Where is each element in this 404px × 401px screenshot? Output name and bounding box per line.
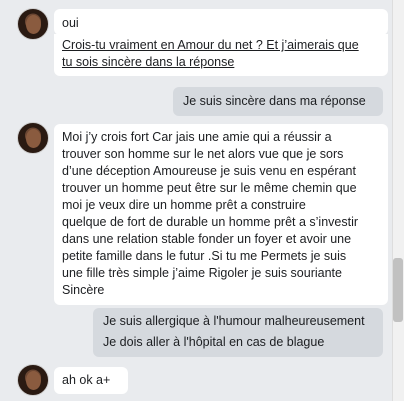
message-text: Je suis sincère dans ma réponse xyxy=(183,94,366,108)
message-text: quelque de fort de durable un homme prêt… xyxy=(62,215,359,229)
message-text: tu sois sincère dans la réponse xyxy=(62,55,235,69)
message-bubble-incoming: Crois-tu vraiment en Amour du net ? Et j… xyxy=(54,34,388,76)
message-text: ah ok a+ xyxy=(62,373,111,387)
message-text: Je dois aller à l'hôpital en cas de blag… xyxy=(103,335,325,349)
message-text: Je suis allergique à l'humour malheureus… xyxy=(103,314,365,328)
chat-conversation: oui Crois-tu vraiment en Amour du net ? … xyxy=(0,0,392,401)
message-bubble-incoming: Moi j’y crois fort Car jais une amie qui… xyxy=(54,124,388,305)
chat-scrollbar[interactable] xyxy=(392,0,404,401)
scrollbar-thumb[interactable] xyxy=(393,258,403,322)
contact-avatar[interactable] xyxy=(17,8,49,40)
contact-avatar[interactable] xyxy=(17,364,49,396)
message-text: dans une relation stable fonder un foyer… xyxy=(62,232,352,246)
message-text: Crois-tu vraiment en Amour du net ? Et j… xyxy=(62,38,359,52)
message-text: petite famille dans le futur .Si tu me P… xyxy=(62,249,347,263)
message-text: moi je veux dire un homme prêt a constru… xyxy=(62,198,306,212)
message-bubble-outgoing: Je suis allergique à l'humour malheureus… xyxy=(93,308,383,357)
message-bubble-incoming: ah ok a+ xyxy=(54,367,128,394)
message-text: oui xyxy=(62,16,79,30)
contact-avatar[interactable] xyxy=(17,122,49,154)
message-text: Moi j’y crois fort Car jais une amie qui… xyxy=(62,130,332,144)
message-text: trouver son homme sur le net alors vue q… xyxy=(62,147,344,161)
message-text: d’une déception Amoureuse je suis venu e… xyxy=(62,164,356,178)
message-bubble-outgoing: Je suis sincère dans ma réponse xyxy=(173,87,383,116)
message-bubble-incoming: oui xyxy=(54,9,388,35)
message-text: Sincère xyxy=(62,283,105,297)
message-text: trouver un homme peut être sur le même c… xyxy=(62,181,357,195)
message-text: une fille très simple j’aime Rigoler je … xyxy=(62,266,342,280)
